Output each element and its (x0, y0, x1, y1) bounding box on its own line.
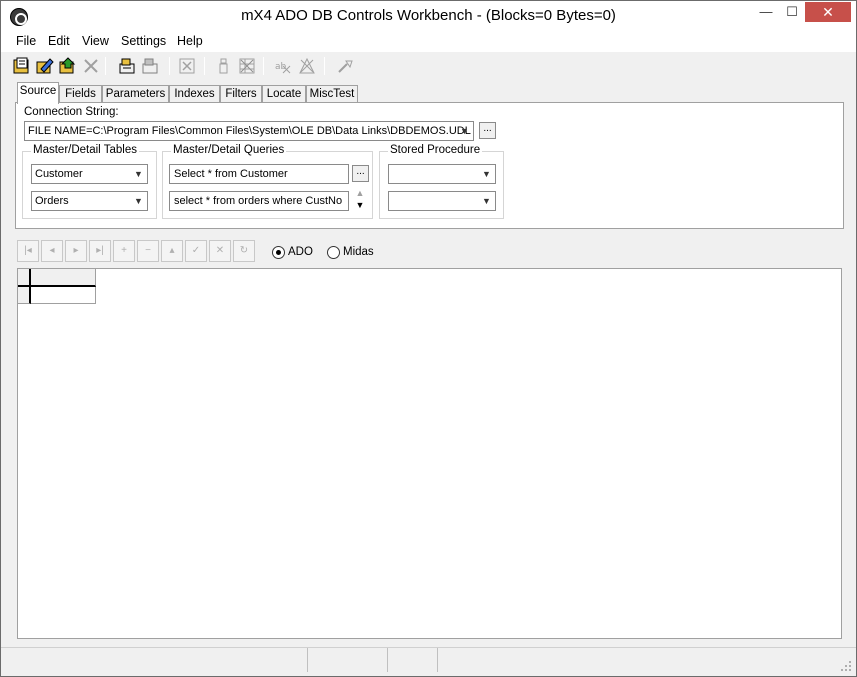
queries-group-title: Master/Detail Queries (171, 144, 287, 156)
close-button[interactable]: ✕ (805, 2, 851, 22)
tab-misctest[interactable]: MiscTest (306, 85, 358, 103)
chevron-down-icon[interactable]: ▼ (130, 165, 147, 183)
grid-row-indicator[interactable] (18, 287, 31, 304)
status-panel-2 (308, 648, 388, 672)
connection-string-value: FILE NAME=C:\Program Files\Common Files\… (28, 125, 471, 137)
status-panel-3 (388, 648, 438, 672)
maximize-button[interactable]: ☐ (779, 2, 805, 22)
tab-parameters[interactable]: Parameters (102, 85, 169, 103)
cancel-box-icon[interactable] (177, 56, 197, 76)
tab-indexes[interactable]: Indexes (169, 85, 220, 103)
title-bar[interactable]: mX4 ADO DB Controls Workbench - (Blocks=… (1, 1, 856, 32)
open-folder-icon[interactable] (12, 56, 32, 76)
stored-procedure-groupbox: Stored Procedure ▼ ▼ (379, 144, 504, 219)
toolbar: ab (1, 53, 856, 79)
grid-corner-cell (18, 269, 31, 287)
brush-icon[interactable] (335, 56, 355, 76)
resize-grip-icon[interactable] (840, 660, 852, 672)
tables-group-title: Master/Detail Tables (31, 144, 139, 156)
query-browse-button[interactable]: ... (352, 165, 369, 182)
status-bar (1, 647, 856, 676)
chevron-down-icon[interactable]: ▼ (456, 122, 473, 140)
tab-filters[interactable]: Filters (220, 85, 262, 103)
chevron-down-icon[interactable]: ▼ (478, 192, 495, 210)
connection-string-label: Connection String: (24, 106, 119, 118)
spin-up-icon[interactable]: ▲ (354, 188, 366, 198)
source-tab-panel: Connection String: FILE NAME=C:\Program … (15, 102, 844, 229)
toolbar-separator (169, 57, 170, 75)
menu-file[interactable]: File (16, 34, 36, 48)
spin-down-icon[interactable]: ▼ (354, 200, 366, 210)
bottle-icon[interactable] (214, 56, 234, 76)
menu-help[interactable]: Help (177, 34, 203, 48)
nav-cancel-button[interactable]: ✕ (209, 240, 231, 262)
window-title: mX4 ADO DB Controls Workbench - (Blocks=… (241, 7, 616, 24)
nav-post-button[interactable]: ✓ (185, 240, 207, 262)
delete-x-icon[interactable] (81, 56, 101, 76)
toolbar-separator (204, 57, 205, 75)
nav-refresh-button[interactable]: ↻ (233, 240, 255, 262)
detail-table-value: Orders (35, 195, 69, 207)
stored-procedure-group-title: Stored Procedure (388, 144, 483, 156)
nav-prior-button[interactable]: ◂ (41, 240, 63, 262)
toolbar-separator (263, 57, 264, 75)
nav-edit-button[interactable]: ▴ (161, 240, 183, 262)
grid-delete-icon[interactable] (237, 56, 257, 76)
menu-bar: File Edit View Settings Help (1, 32, 856, 52)
clear-icon[interactable] (297, 56, 317, 76)
master-table-combo[interactable]: Customer ▼ (31, 164, 148, 184)
detail-table-combo[interactable]: Orders ▼ (31, 191, 148, 211)
ado-radio[interactable] (272, 246, 285, 259)
tab-locate[interactable]: Locate (262, 85, 306, 103)
tab-fields[interactable]: Fields (59, 85, 102, 103)
nav-insert-button[interactable]: + (113, 240, 135, 262)
nav-delete-button[interactable]: − (137, 240, 159, 262)
connect-icon[interactable] (117, 56, 137, 76)
open-file-icon[interactable] (58, 56, 78, 76)
stored-procedure-combo-2[interactable]: ▼ (388, 191, 496, 211)
main-window: mX4 ADO DB Controls Workbench - (Blocks=… (0, 0, 857, 677)
browse-connection-button[interactable]: ... (479, 122, 496, 139)
minimize-button[interactable]: — (753, 2, 779, 22)
disconnect-icon[interactable] (140, 56, 160, 76)
data-grid[interactable] (17, 268, 842, 639)
master-query-input[interactable]: Select * from Customer (169, 164, 349, 184)
toolbar-separator (324, 57, 325, 75)
menu-edit[interactable]: Edit (48, 34, 70, 48)
tables-groupbox: Master/Detail Tables Customer ▼ Orders ▼ (22, 144, 157, 219)
nav-next-button[interactable]: ▸ (65, 240, 87, 262)
grid-data-cell[interactable] (31, 287, 96, 304)
ado-radio-label[interactable]: ADO (288, 246, 313, 258)
svg-text:ab: ab (275, 62, 287, 72)
midas-radio-label[interactable]: Midas (343, 246, 374, 258)
edit-pencil-icon[interactable] (35, 56, 55, 76)
toolbar-separator (105, 57, 106, 75)
status-panel-1 (1, 648, 308, 672)
edit-delete-icon[interactable]: ab (273, 56, 293, 76)
connection-string-combo[interactable]: FILE NAME=C:\Program Files\Common Files\… (24, 121, 474, 141)
chevron-down-icon[interactable]: ▼ (130, 192, 147, 210)
midas-radio[interactable] (327, 246, 340, 259)
menu-view[interactable]: View (82, 34, 109, 48)
chevron-down-icon[interactable]: ▼ (478, 165, 495, 183)
menu-settings[interactable]: Settings (121, 34, 166, 48)
tab-source[interactable]: Source (17, 82, 59, 104)
nav-first-button[interactable]: |◂ (17, 240, 39, 262)
grid-header-cell[interactable] (31, 269, 96, 287)
queries-groupbox: Master/Detail Queries Select * from Cust… (162, 144, 373, 219)
stored-procedure-combo-1[interactable]: ▼ (388, 164, 496, 184)
master-table-value: Customer (35, 168, 83, 180)
nav-last-button[interactable]: ▸| (89, 240, 111, 262)
detail-query-input[interactable]: select * from orders where CustNo (169, 191, 349, 211)
